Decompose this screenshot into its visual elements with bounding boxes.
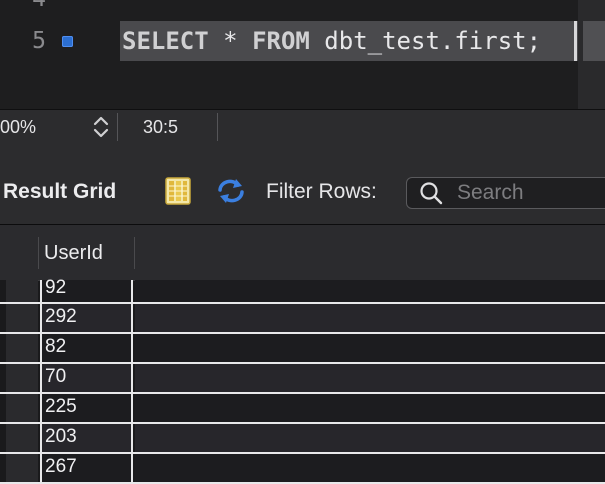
grid-rows: 92 292 82 70 225 203 267 (0, 278, 605, 484)
row-selector[interactable] (0, 304, 38, 332)
cell-userid[interactable]: 203 (40, 424, 133, 452)
column-header-row: UserId (0, 225, 605, 281)
filter-rows-label: Filter Rows: (266, 180, 377, 203)
result-toolbar: Result Grid Filter Rows: (0, 146, 605, 225)
row-selector[interactable] (0, 364, 38, 392)
code-table-name: dbt_test.first; (309, 27, 542, 55)
cell-userid[interactable]: 267 (40, 454, 133, 482)
table-row[interactable]: 203 (0, 424, 605, 454)
code-line[interactable]: SELECT * FROM dbt_test.first; (122, 27, 541, 55)
empty-cell (135, 454, 605, 482)
row-selector[interactable] (0, 394, 38, 422)
row-selector[interactable] (0, 424, 38, 452)
line-number: 4 (0, 0, 46, 12)
grid-icon[interactable] (165, 177, 191, 205)
cell-userid[interactable]: 82 (40, 334, 133, 362)
divider (117, 113, 118, 141)
selection-highlight-overflow (583, 21, 605, 61)
cell-userid[interactable]: 292 (40, 304, 133, 332)
result-grid-title: Result Grid (3, 180, 117, 203)
row-selector[interactable] (0, 280, 38, 302)
editor-status-bar: 00% 30:5 (0, 109, 605, 147)
keyword-from: FROM (252, 27, 310, 55)
result-grid[interactable]: UserId 92 292 82 70 225 203 267 (0, 225, 605, 484)
text-caret (574, 21, 577, 61)
row-selector[interactable] (0, 454, 38, 482)
zoom-level[interactable]: 00% (0, 117, 36, 138)
empty-cell (135, 424, 605, 452)
refresh-icon[interactable] (214, 177, 248, 205)
divider (217, 113, 218, 141)
code-star: * (208, 27, 253, 55)
empty-cell (135, 304, 605, 332)
divider (38, 237, 39, 269)
sql-editor[interactable]: 4 5 SELECT * FROM dbt_test.first; (0, 0, 605, 109)
table-row[interactable]: 82 (0, 334, 605, 364)
row-selector[interactable] (0, 334, 38, 362)
table-row[interactable]: 92 (0, 278, 605, 304)
search-icon (419, 181, 445, 205)
empty-cell (135, 394, 605, 422)
stepper-icon[interactable] (90, 114, 112, 140)
table-row[interactable]: 70 (0, 364, 605, 394)
column-header-userid[interactable]: UserId (44, 242, 103, 265)
breakpoint-dot-icon[interactable] (62, 36, 73, 47)
empty-cell (135, 280, 605, 302)
divider[interactable] (134, 237, 135, 269)
cursor-position: 30:5 (143, 117, 179, 137)
search-input[interactable] (457, 180, 605, 206)
cell-userid[interactable]: 92 (40, 278, 133, 302)
cell-userid[interactable]: 225 (40, 394, 133, 422)
table-row[interactable]: 267 (0, 454, 605, 484)
table-row[interactable]: 292 (0, 304, 605, 334)
empty-cell (135, 334, 605, 362)
filter-search-box[interactable] (406, 177, 605, 209)
line-number-current: 5 (32, 28, 46, 54)
cell-userid[interactable]: 70 (40, 364, 133, 392)
keyword-select: SELECT (122, 27, 209, 55)
table-row[interactable]: 225 (0, 394, 605, 424)
empty-cell (135, 364, 605, 392)
